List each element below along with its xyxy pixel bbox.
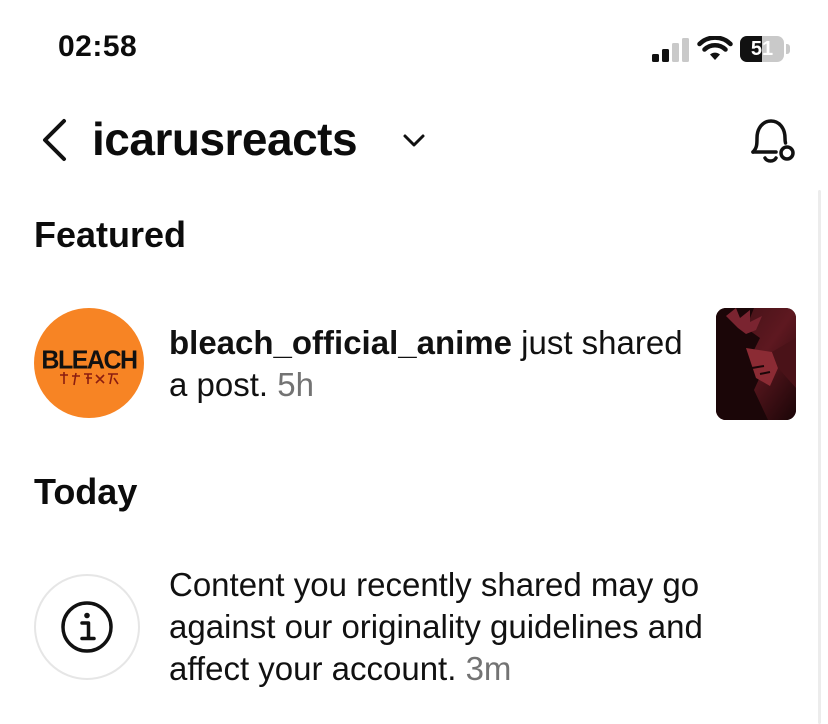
battery-indicator: 51 [740, 36, 792, 62]
status-time: 02:58 [58, 30, 138, 63]
notification-timestamp: 5h [277, 366, 314, 403]
notification-message: Content you recently shared may go again… [169, 566, 703, 687]
scrollbar[interactable] [818, 190, 821, 724]
battery-level: 51 [750, 38, 774, 60]
featured-notification[interactable]: bleach_official_anime just shared a post… [169, 322, 689, 406]
originality-warning-notification[interactable]: Content you recently shared may go again… [169, 564, 789, 690]
section-title-featured: Featured [34, 214, 187, 255]
chevron-left-icon[interactable] [40, 118, 70, 162]
post-thumbnail[interactable] [716, 308, 796, 420]
avatar-bleach-official-anime[interactable]: BLEACH [34, 308, 144, 418]
section-title-today: Today [34, 471, 138, 512]
wifi-icon [697, 36, 733, 60]
notification-username[interactable]: bleach_official_anime [169, 324, 512, 361]
notification-timestamp: 3m [465, 650, 512, 687]
chevron-down-icon[interactable] [402, 133, 426, 149]
bell-settings-icon[interactable] [746, 116, 798, 166]
info-icon [61, 601, 113, 653]
info-avatar [34, 574, 140, 680]
profile-username[interactable]: icarusreacts [92, 112, 358, 166]
cellular-signal-icon [652, 38, 689, 62]
bleach-logo-subtitle-glyphs [60, 372, 119, 386]
